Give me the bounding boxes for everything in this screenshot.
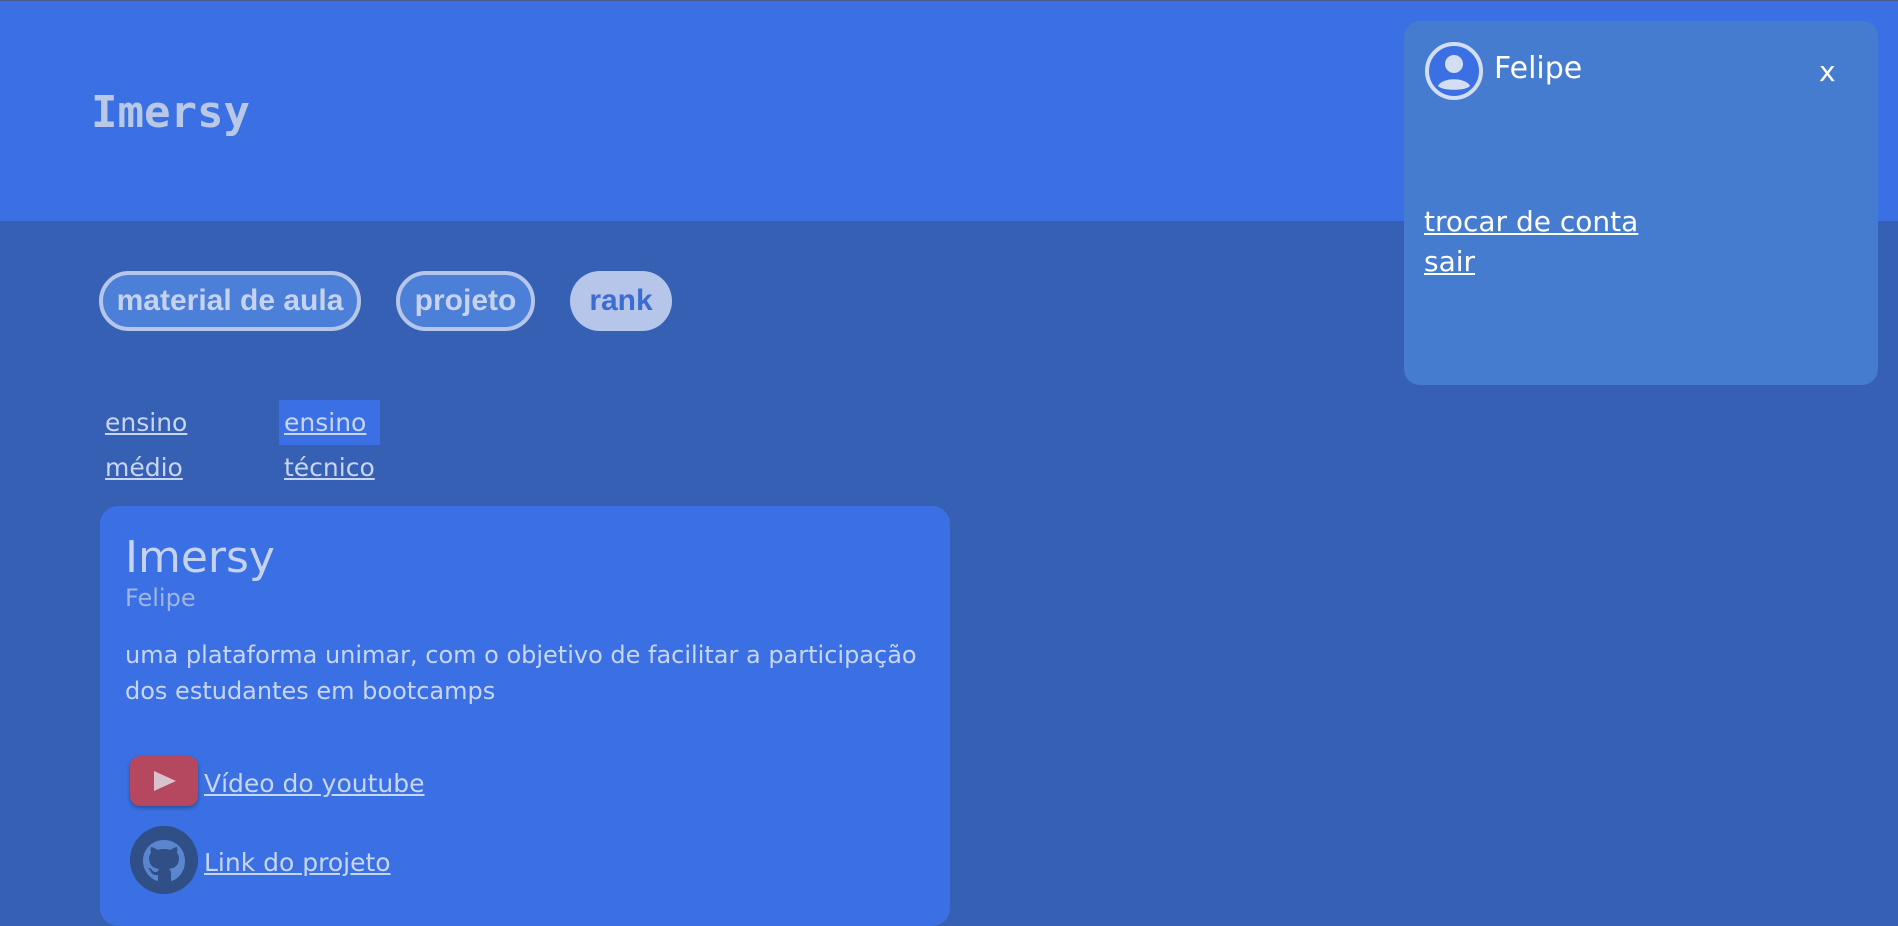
youtube-icon[interactable]: [130, 756, 198, 806]
github-icon[interactable]: [130, 826, 198, 894]
subtab-ensino-tecnico[interactable]: ensino técnico: [279, 400, 380, 482]
project-description: uma plataforma unimar, com o objetivo de…: [125, 641, 917, 705]
switch-account-link[interactable]: trocar de conta: [1424, 205, 1638, 238]
project-link[interactable]: Link do projeto: [204, 848, 391, 877]
tab-material-de-aula[interactable]: material de aula: [99, 271, 361, 331]
user-circle-icon: [1424, 41, 1484, 101]
tab-rank[interactable]: rank: [570, 271, 672, 331]
project-card: Imersy Felipe uma plataforma unimar, com…: [100, 506, 950, 926]
tab-projeto[interactable]: projeto: [396, 271, 535, 331]
project-title: Imersy: [125, 532, 275, 583]
account-popup: Felipe x trocar de conta sair: [1404, 21, 1878, 385]
logout-link[interactable]: sair: [1424, 245, 1475, 278]
subtab-ensino-medio[interactable]: ensino médio: [105, 400, 187, 482]
popup-user-name: Felipe: [1494, 51, 1583, 86]
close-button[interactable]: x: [1819, 55, 1836, 88]
youtube-video-link[interactable]: Vídeo do youtube: [204, 769, 424, 798]
logo[interactable]: Imersy: [91, 87, 250, 138]
project-author: Felipe: [125, 584, 196, 612]
